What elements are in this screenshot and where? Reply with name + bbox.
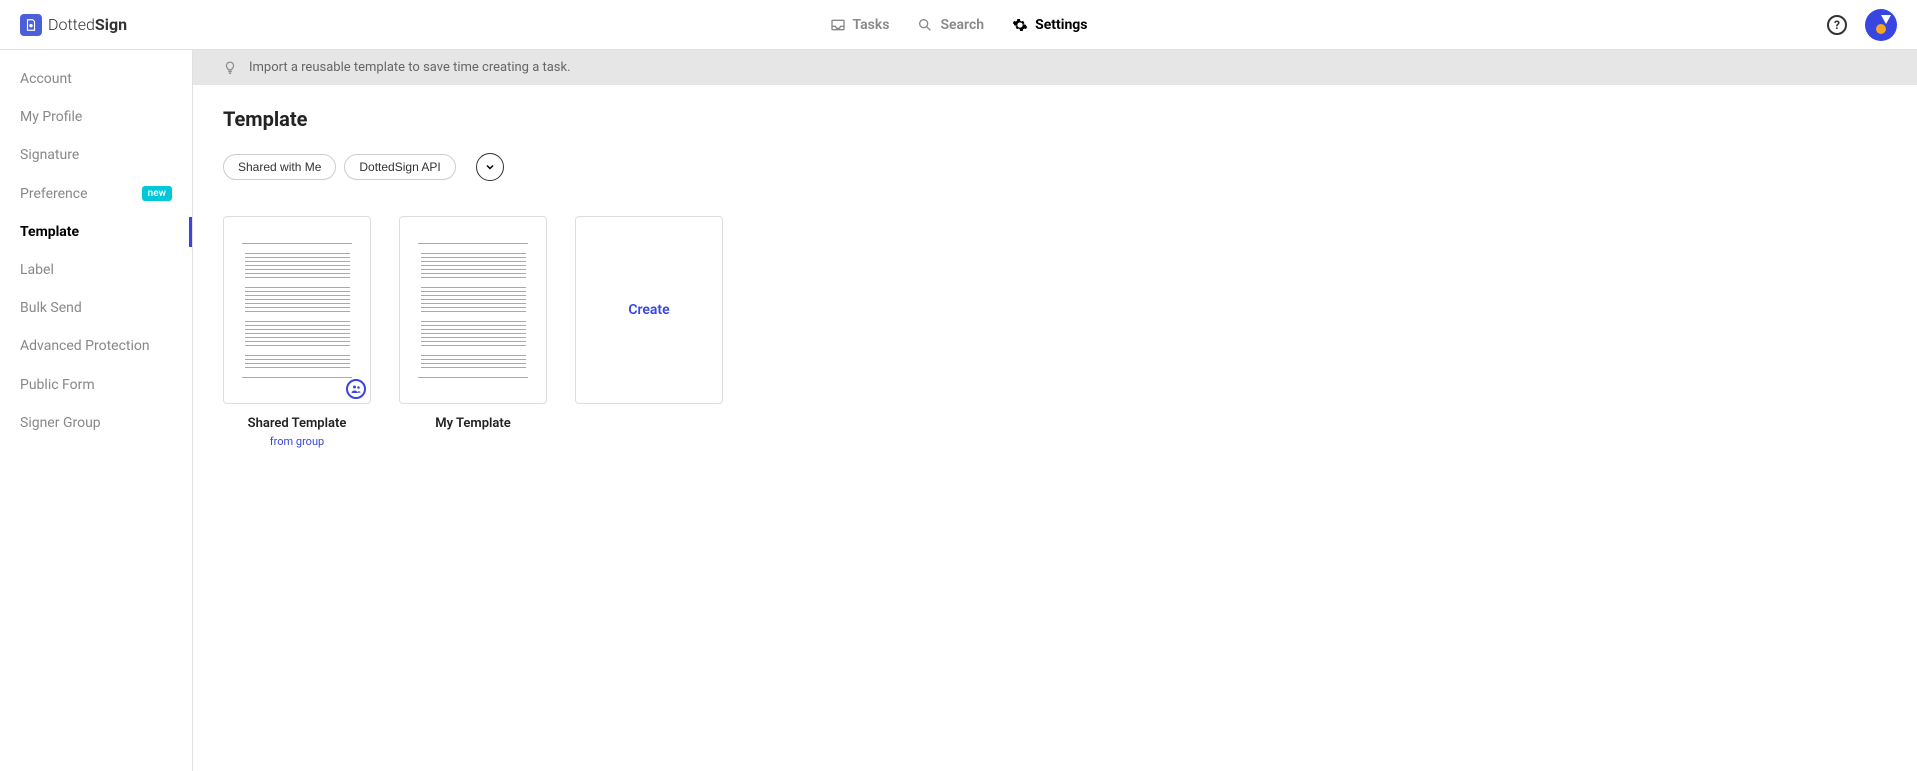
search-icon: [917, 17, 933, 33]
templates-grid: Shared Template from group My Template: [223, 216, 1887, 448]
settings-sidebar: Account My Profile Signature Preference …: [0, 50, 193, 771]
banner-text: Import a reusable template to save time …: [249, 60, 571, 75]
sidebar-item-my-profile[interactable]: My Profile: [0, 98, 192, 136]
template-card-my: My Template: [399, 216, 547, 448]
logo-icon: [20, 14, 42, 36]
filter-dottedsign-api[interactable]: DottedSign API: [344, 154, 455, 180]
info-banner: Import a reusable template to save time …: [193, 50, 1917, 85]
sidebar-item-label: Advanced Protection: [20, 337, 150, 355]
inbox-icon: [830, 17, 846, 33]
nav-search-label: Search: [940, 17, 984, 33]
sidebar-item-advanced-protection[interactable]: Advanced Protection: [0, 327, 192, 365]
sidebar-item-bulk-send[interactable]: Bulk Send: [0, 289, 192, 327]
sidebar-item-label: Signature: [20, 146, 79, 164]
app-header: DottedSign Tasks Search Settings ?: [0, 0, 1917, 50]
template-card-shared: Shared Template from group: [223, 216, 371, 448]
template-title: Shared Template: [248, 416, 347, 431]
nav-tasks[interactable]: Tasks: [830, 17, 890, 33]
nav-settings[interactable]: Settings: [1012, 17, 1087, 33]
sidebar-item-label: Label: [20, 261, 54, 279]
filter-row: Shared with Me DottedSign API: [223, 153, 1887, 181]
sidebar-item-label: Account: [20, 70, 72, 88]
sidebar-item-label: Signer Group: [20, 414, 101, 432]
help-icon[interactable]: ?: [1827, 15, 1847, 35]
header-nav: Tasks Search Settings: [830, 17, 1088, 33]
sidebar-item-public-form[interactable]: Public Form: [0, 366, 192, 404]
main-content: Import a reusable template to save time …: [193, 50, 1917, 771]
nav-tasks-label: Tasks: [853, 17, 890, 33]
template-thumb[interactable]: [399, 216, 547, 404]
user-avatar[interactable]: [1865, 9, 1897, 41]
filter-shared-with-me[interactable]: Shared with Me: [223, 154, 336, 180]
sidebar-item-label: Template: [20, 223, 79, 241]
nav-settings-label: Settings: [1035, 17, 1087, 33]
create-label: Create: [628, 302, 669, 318]
logo-text-bold: Sign: [95, 15, 127, 34]
template-title: My Template: [435, 416, 510, 431]
template-thumb[interactable]: [223, 216, 371, 404]
sidebar-item-signer-group[interactable]: Signer Group: [0, 404, 192, 442]
expand-filters-button[interactable]: [476, 153, 504, 181]
sidebar-item-label: Bulk Send: [20, 299, 82, 317]
nav-search[interactable]: Search: [917, 17, 984, 33]
new-badge: new: [142, 186, 172, 201]
sidebar-item-label: Preference: [20, 185, 88, 203]
sidebar-item-account[interactable]: Account: [0, 60, 192, 98]
template-subtitle[interactable]: from group: [270, 435, 324, 448]
sidebar-item-label: Public Form: [20, 376, 95, 394]
page-title: Template: [223, 107, 1887, 131]
lightbulb-icon: [223, 61, 237, 75]
chevron-down-icon: [484, 158, 496, 177]
app-logo[interactable]: DottedSign: [20, 14, 127, 36]
logo-text-thin: Dotted: [48, 15, 95, 34]
sidebar-item-label: My Profile: [20, 108, 82, 126]
sidebar-item-signature[interactable]: Signature: [0, 136, 192, 174]
sidebar-item-label[interactable]: Label: [0, 251, 192, 289]
create-template-button[interactable]: Create: [575, 216, 723, 404]
gear-icon: [1012, 17, 1028, 33]
sidebar-item-template[interactable]: Template: [0, 213, 192, 251]
header-right: ?: [1827, 9, 1897, 41]
sidebar-item-preference[interactable]: Preference new: [0, 175, 192, 213]
shared-icon: [346, 379, 366, 399]
